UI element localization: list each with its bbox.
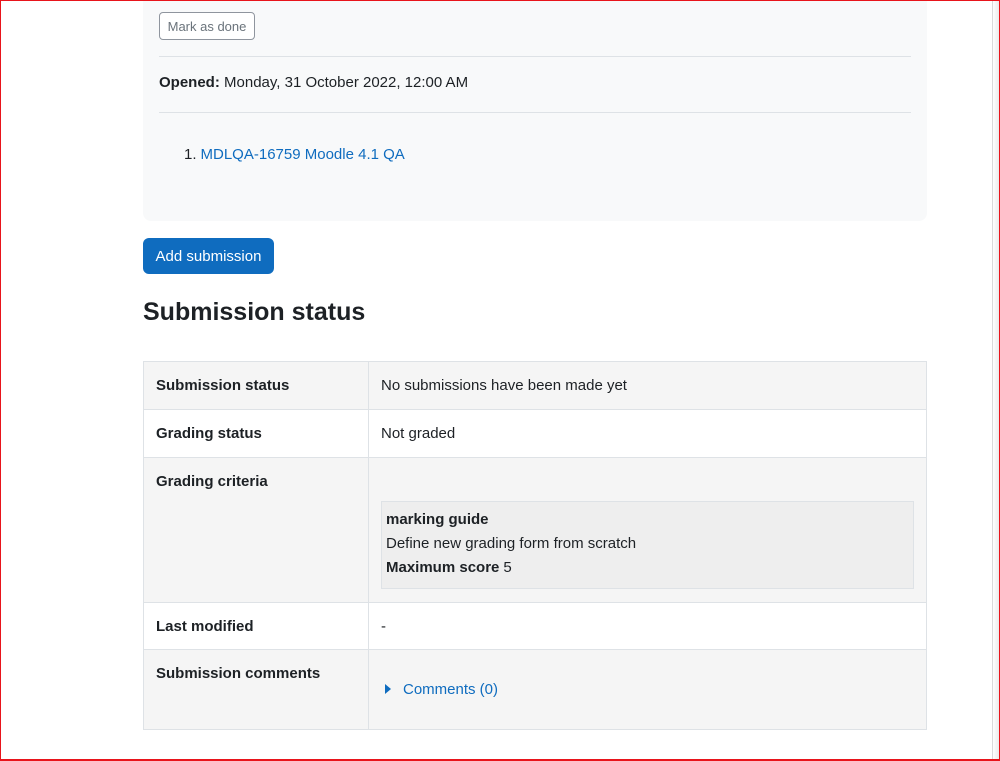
maximum-score: Maximum score 5 — [386, 556, 909, 580]
table-row: Submission comments Comments (0) — [143, 649, 927, 730]
grading-status-value: Not graded — [368, 409, 927, 458]
grading-criteria-cell: marking guide Define new grading form fr… — [368, 457, 927, 603]
list-item-link[interactable]: MDLQA-16759 Moodle 4.1 QA — [201, 146, 405, 163]
caret-right-icon — [385, 684, 391, 694]
last-modified-value: - — [368, 602, 927, 650]
table-row: Grading status Not graded — [143, 409, 927, 458]
opened-date: Opened: Monday, 31 October 2022, 12:00 A… — [159, 74, 468, 91]
submission-comments-cell: Comments (0) — [368, 649, 927, 730]
comments-link[interactable]: Comments (0) — [403, 681, 498, 698]
row-label: Grading status — [143, 409, 369, 458]
list-item-number: 1. — [184, 146, 197, 163]
row-label: Last modified — [143, 602, 369, 650]
mark-as-done-button[interactable]: Mark as done — [159, 12, 255, 40]
row-label: Submission comments — [143, 649, 369, 730]
marking-guide-title: marking guide — [386, 511, 489, 528]
row-label: Grading criteria — [143, 457, 369, 603]
submission-status-heading: Submission status — [143, 298, 366, 326]
marking-guide-description: Define new grading form from scratch — [386, 535, 637, 552]
maximum-score-label: Maximum score — [386, 559, 500, 576]
table-row: Grading criteria marking guide Define ne… — [143, 457, 927, 603]
submission-status-table: Submission status No submissions have be… — [143, 361, 927, 730]
table-row: Submission status No submissions have be… — [143, 361, 927, 410]
marking-guide-box: marking guide Define new grading form fr… — [381, 501, 914, 589]
add-submission-button[interactable]: Add submission — [143, 238, 274, 274]
row-label: Submission status — [143, 361, 369, 410]
maximum-score-value: 5 — [503, 559, 512, 576]
submission-status-value: No submissions have been made yet — [368, 361, 927, 410]
divider — [159, 56, 911, 57]
activity-description-list: 1. MDLQA-16759 Moodle 4.1 QA — [184, 146, 405, 163]
window-scroll-edge — [992, 0, 1000, 761]
table-row: Last modified - — [143, 602, 927, 650]
comments-toggle[interactable]: Comments (0) — [381, 681, 914, 698]
divider — [159, 112, 911, 113]
opened-label: Opened: — [159, 74, 220, 91]
opened-value: Monday, 31 October 2022, 12:00 AM — [224, 74, 469, 91]
activity-info-panel — [143, 0, 927, 221]
